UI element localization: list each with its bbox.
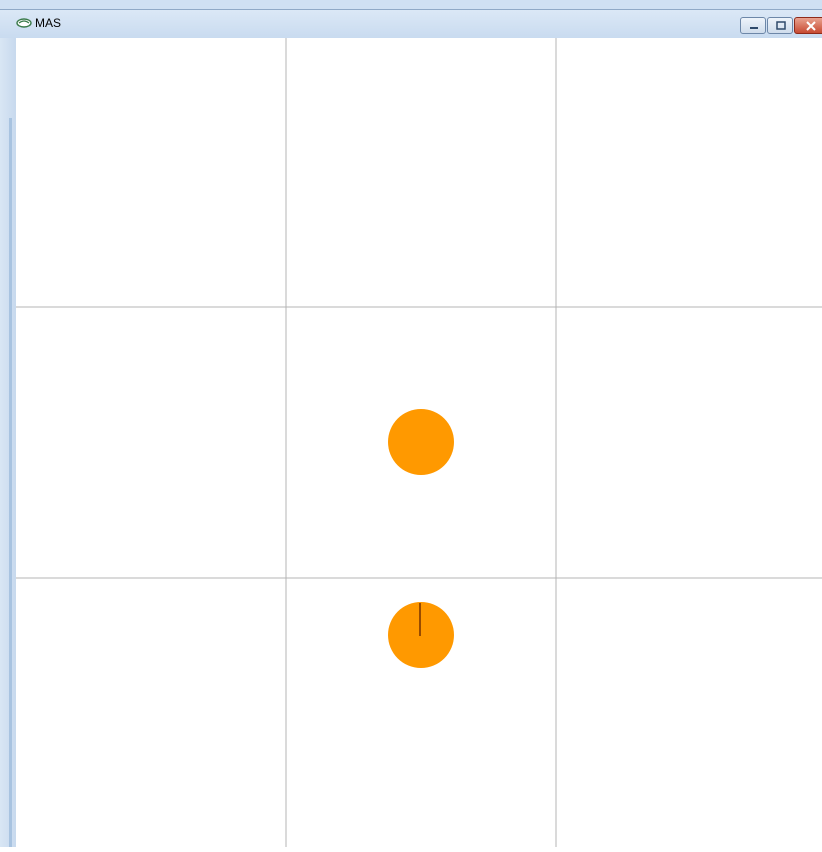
grid-world[interactable] <box>16 38 822 847</box>
simulation-canvas[interactable] <box>16 38 822 847</box>
minimize-icon <box>750 27 758 29</box>
maximize-icon <box>776 21 786 30</box>
agent[interactable] <box>388 409 454 475</box>
close-icon <box>806 21 816 31</box>
agent-layer <box>388 409 454 668</box>
agent-body <box>388 602 454 668</box>
title-bar[interactable]: MAS <box>0 9 822 38</box>
minimize-button[interactable] <box>740 17 766 34</box>
agent[interactable] <box>388 602 454 668</box>
app-window: MAS <box>0 0 822 847</box>
close-button[interactable] <box>794 17 822 34</box>
app-icon <box>16 18 32 28</box>
maximize-button[interactable] <box>767 17 793 34</box>
frame-edge <box>9 118 12 847</box>
agent-body <box>388 409 454 475</box>
window-title: MAS <box>35 16 62 30</box>
window-left-border <box>0 38 16 847</box>
